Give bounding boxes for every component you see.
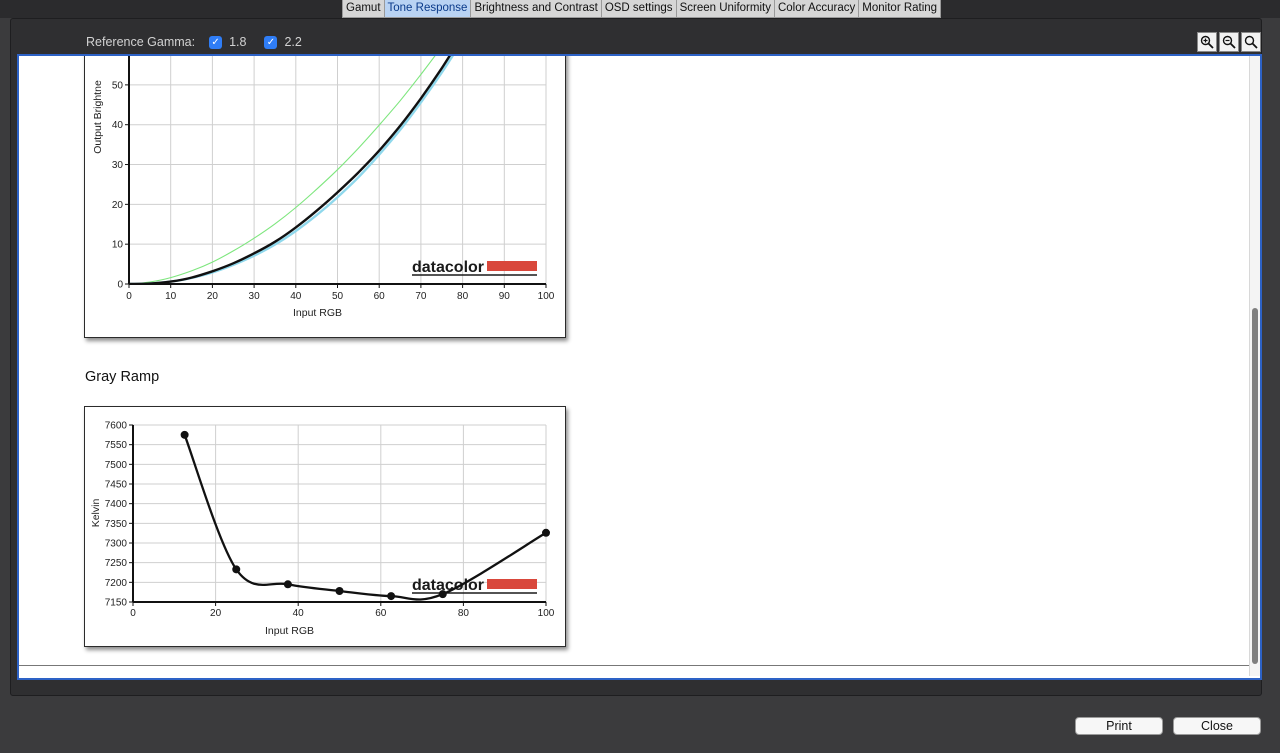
gray-ramp-chart-frame: datacolor 0 20 40 60 80 100 7150 7200 7250 7300 735…	[84, 406, 566, 647]
zoom-reset-button[interactable]	[1241, 32, 1261, 52]
y-tick-label: 7150	[105, 598, 128, 609]
x-tick-label: 20	[210, 608, 222, 619]
zoom-in-icon	[1200, 35, 1214, 49]
x-tick-label: 10	[165, 291, 177, 302]
datacolor-logo-bar	[487, 579, 537, 589]
reference-gamma-row: Reference Gamma: ✓ 1.8 ✓ 2.2	[86, 34, 302, 50]
x-tick-label: 20	[207, 291, 219, 302]
tab-tone-response[interactable]: Tone Response	[384, 0, 472, 17]
x-tick-label: 90	[499, 291, 511, 302]
tab-screen-uniformity[interactable]: Screen Uniformity	[677, 0, 775, 17]
y-tick-label: 7600	[105, 421, 128, 432]
y-tick-label: 7400	[105, 499, 128, 510]
x-tick-label: 100	[538, 291, 555, 302]
x-axis-label: Input RGB	[265, 625, 314, 637]
tone-response-chart: 0 10 20 30 40 50 60 70 80 90 100 0 10 20 30 40 50 Input R…	[92, 56, 555, 319]
gray-ramp-title: Gray Ramp	[85, 369, 160, 385]
scrollbar-thumb[interactable]	[1252, 308, 1258, 664]
tab-brightness-and-contrast[interactable]: Brightness and Contrast	[471, 0, 602, 17]
y-tick-label: 7350	[105, 519, 128, 530]
y-tick-label: 0	[117, 280, 123, 291]
x-tick-label: 40	[290, 291, 302, 302]
kelvin-point	[335, 586, 344, 595]
y-tick-label: 7250	[105, 558, 128, 569]
y-tick-label: 7550	[105, 440, 128, 451]
gamma-1-8-checkbox[interactable]: ✓	[209, 35, 223, 49]
tone-response-chart-frame: 0 10 20 30 40 50 60 70 80 90 100 0 10 20 30 40 50 Input R…	[84, 56, 566, 338]
gamma-2-2-label: 2.2	[284, 35, 302, 49]
y-axis-label: Kelvin	[90, 499, 102, 528]
zoom-in-button[interactable]	[1197, 32, 1217, 52]
y-tick-label: 10	[112, 240, 124, 251]
x-tick-label: 60	[375, 608, 387, 619]
print-button[interactable]: Print	[1075, 717, 1163, 735]
y-tick-label: 20	[112, 200, 124, 211]
gamma-2-2-checkbox[interactable]: ✓	[264, 35, 278, 49]
x-tick-label: 80	[457, 291, 469, 302]
report-viewport[interactable]: 0 10 20 30 40 50 60 70 80 90 100 0 10 20 30 40 50 Input R…	[17, 54, 1262, 680]
zoom-reset-icon	[1244, 35, 1258, 49]
gray-ramp-chart: datacolor0 20 40 60 80 1007150720072507300735…	[90, 421, 555, 638]
x-tick-label: 30	[249, 291, 261, 302]
kelvin-point	[180, 430, 189, 439]
x-tick-label: 70	[415, 291, 427, 302]
x-tick-label: 80	[458, 608, 470, 619]
kelvin-line	[183, 434, 547, 601]
datacolor-logo-text: datacolor	[412, 259, 484, 276]
y-tick-label: 40	[112, 120, 124, 131]
x-tick-label: 40	[293, 608, 305, 619]
x-tick-label: 60	[374, 291, 386, 302]
zoom-controls	[1197, 32, 1261, 52]
kelvin-point	[232, 565, 241, 574]
y-axis-label: Output Brightne	[92, 80, 104, 154]
zoom-out-icon	[1222, 35, 1236, 49]
gamma-1-8-label: 1.8	[229, 35, 247, 49]
kelvin-point	[387, 592, 396, 601]
tab-gamut[interactable]: Gamut	[343, 0, 385, 17]
report-tab-bar: Gamut Tone Response Brightness and Contras…	[342, 0, 942, 18]
y-tick-label: 30	[112, 160, 124, 171]
datacolor-logo-bar	[487, 261, 537, 271]
y-tick-label: 50	[112, 80, 124, 91]
reference-gamma-label: Reference Gamma:	[86, 35, 196, 49]
x-tick-label: 0	[130, 608, 136, 619]
close-button[interactable]: Close	[1173, 717, 1261, 735]
kelvin-point	[438, 590, 447, 599]
tab-monitor-rating[interactable]: Monitor Rating	[859, 0, 940, 17]
tab-osd-settings[interactable]: OSD settings	[602, 0, 677, 17]
zoom-out-button[interactable]	[1219, 32, 1239, 52]
kelvin-point	[542, 528, 550, 537]
kelvin-point	[283, 580, 292, 589]
x-tick-label: 0	[126, 291, 132, 302]
content-divider	[19, 665, 1249, 666]
x-axis-label: Input RGB	[293, 307, 342, 319]
x-tick-label: 50	[332, 291, 344, 302]
vertical-scrollbar[interactable]	[1249, 56, 1260, 676]
tab-color-accuracy[interactable]: Color Accuracy	[775, 0, 860, 17]
y-tick-label: 7300	[105, 539, 128, 550]
y-tick-label: 7450	[105, 480, 128, 491]
y-tick-label: 7500	[105, 460, 128, 471]
y-tick-label: 7200	[105, 578, 128, 589]
x-tick-label: 100	[538, 608, 555, 619]
